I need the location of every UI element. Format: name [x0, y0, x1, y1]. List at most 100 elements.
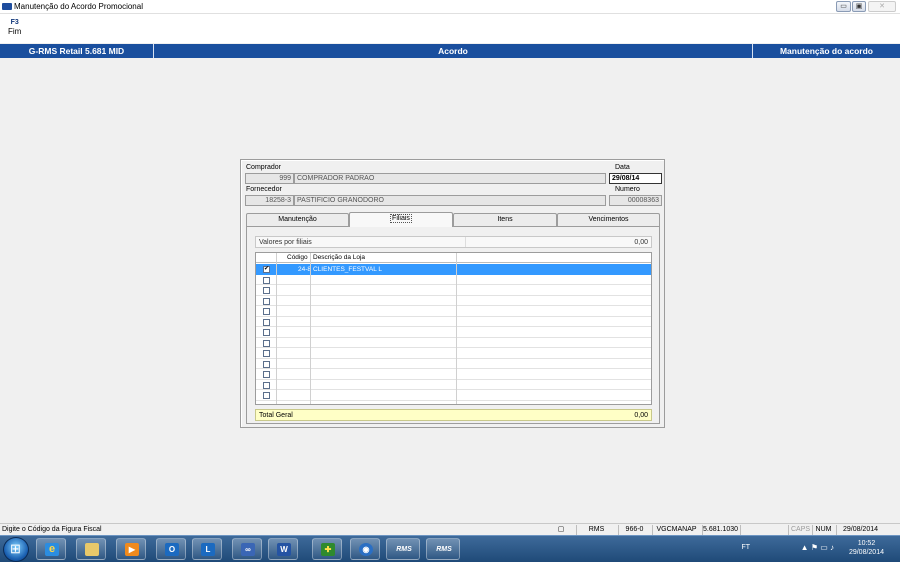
table-row[interactable]: [256, 380, 651, 390]
status-message: Digite o Código da Figura Fiscal: [2, 526, 102, 533]
tab-vencimentos[interactable]: Vencimentos: [557, 213, 660, 226]
tab-manutencao[interactable]: Manutenção: [246, 213, 349, 226]
row-descricao: CLIENTES_FESTVAL L: [313, 266, 382, 273]
table-row[interactable]: [256, 317, 651, 327]
row-checkbox[interactable]: [263, 329, 270, 336]
document-icon[interactable]: ▢: [552, 525, 570, 535]
valores-label: Valores por filiais: [259, 239, 312, 246]
fkey-label: Fim: [8, 27, 22, 36]
lync-icon[interactable]: L: [192, 538, 222, 560]
tab-itens[interactable]: Itens: [453, 213, 557, 226]
numero-field: 00008363: [609, 195, 662, 206]
comprador-label: Comprador: [246, 164, 282, 171]
table-row[interactable]: [256, 327, 651, 338]
windows-taskbar: e ▶ O L ∞ W ✚ ◉ RMS RMS FT ▲ ⚑ ▭ ♪ 10:52…: [0, 535, 900, 562]
grid-column-divider: [276, 253, 277, 404]
fkey-key: F3: [10, 19, 19, 26]
connect-icon[interactable]: ∞: [232, 538, 262, 560]
table-row[interactable]: [256, 338, 651, 348]
maximize-button[interactable]: ▣: [852, 1, 866, 12]
fornecedor-label: Fornecedor: [246, 186, 282, 193]
row-checkbox[interactable]: [263, 276, 270, 284]
row-checkbox[interactable]: [263, 318, 270, 326]
rms-app-icon-2[interactable]: RMS: [426, 538, 460, 560]
table-row[interactable]: 24-8CLIENTES_FESTVAL L: [256, 264, 651, 275]
grid-column-divider: [310, 253, 311, 404]
row-checkbox[interactable]: [263, 360, 270, 368]
row-codigo: 24-8: [297, 266, 311, 273]
row-checkbox[interactable]: [263, 350, 270, 357]
word-icon[interactable]: W: [268, 538, 298, 560]
fornecedor-name-field: PASTIFICIO GRANODORO: [294, 195, 606, 206]
tab-label: Filiais: [390, 214, 412, 223]
comprador-name-field: COMPRADOR PADRAO: [294, 173, 606, 184]
table-row[interactable]: [256, 296, 651, 306]
table-row[interactable]: [256, 390, 651, 401]
table-row[interactable]: [256, 306, 651, 317]
status-version: 5.681.1030: [702, 525, 739, 535]
status-bar: Digite o Código da Figura Fiscal ▢ RMS 9…: [0, 523, 900, 535]
media-player-icon[interactable]: ▶: [116, 538, 146, 560]
tab-filiais[interactable]: Filiais: [349, 212, 453, 227]
acordo-panel: Comprador 999 COMPRADOR PADRAO Data 29/0…: [240, 159, 665, 428]
status-user: VGCMANAP: [652, 525, 700, 535]
row-checkbox[interactable]: [263, 297, 270, 305]
total-value: 0,00: [634, 412, 648, 419]
tab-label: Manutenção: [278, 216, 317, 223]
table-row[interactable]: [256, 285, 651, 296]
col-descricao-header: Descrição da Loja: [313, 254, 366, 261]
filiais-grid: Código Descrição da Loja 24-8CLIENTES_FE…: [255, 252, 652, 405]
close-button[interactable]: ✕: [868, 1, 896, 12]
remote-desktop-icon[interactable]: ◉: [350, 538, 380, 560]
header-bar: G-RMS Retail 5.681 MID Acordo Manutenção…: [0, 44, 900, 58]
function-key-bar: F3 Fim: [0, 14, 900, 43]
table-row[interactable]: [256, 369, 651, 380]
fkey-f3-fim[interactable]: F3 Fim: [8, 19, 21, 36]
tray-clock[interactable]: 10:52 29/08/2014: [849, 539, 884, 557]
row-checkbox[interactable]: [263, 381, 270, 389]
internet-explorer-icon[interactable]: e: [36, 538, 66, 560]
rms-app-icon-1[interactable]: RMS: [386, 538, 420, 560]
grid-header: Código Descrição da Loja: [256, 253, 651, 263]
status-system: RMS: [576, 525, 616, 535]
status-empty: [740, 525, 786, 535]
app-icon: [2, 3, 12, 10]
tray-language[interactable]: FT: [741, 544, 750, 551]
window-title: Manutenção do Acordo Promocional: [14, 2, 143, 11]
data-label: Data: [615, 164, 630, 171]
tray-icons[interactable]: ▲ ⚑ ▭ ♪: [801, 543, 834, 552]
clock-date: 29/08/2014: [848, 549, 884, 556]
valores-value: 0,00: [634, 239, 648, 246]
row-checkbox[interactable]: [263, 371, 270, 378]
file-explorer-icon[interactable]: [76, 538, 106, 560]
total-label: Total Geral: [259, 412, 293, 419]
numero-label: Numero: [615, 186, 640, 193]
col-codigo-header: Código: [287, 254, 308, 261]
agent-icon[interactable]: ✚: [312, 538, 342, 560]
status-caps: CAPS: [788, 525, 812, 535]
header-module: Acordo: [438, 46, 468, 56]
total-geral-bar: Total Geral 0,00: [255, 409, 652, 421]
status-num: NUM: [812, 525, 834, 535]
tab-label: Itens: [497, 216, 513, 223]
tab-label: Vencimentos: [588, 216, 629, 223]
table-row[interactable]: [256, 359, 651, 369]
header-product: G-RMS Retail 5.681 MID: [28, 46, 125, 56]
fornecedor-code-field[interactable]: 18258-3: [245, 195, 294, 206]
grid-column-divider: [456, 253, 457, 404]
window-titlebar: Manutenção do Acordo Promocional ▭ ▣ ✕: [0, 0, 900, 14]
data-field[interactable]: 29/08/14: [609, 173, 662, 184]
start-button[interactable]: [3, 537, 29, 562]
row-checkbox[interactable]: [263, 339, 270, 347]
row-checkbox[interactable]: [263, 265, 270, 273]
row-checkbox[interactable]: [263, 287, 270, 294]
row-checkbox[interactable]: [263, 392, 270, 399]
minimize-button[interactable]: ▭: [836, 1, 851, 12]
valores-por-filiais-bar: Valores por filiais 0,00: [255, 236, 652, 248]
clock-time: 10:52: [857, 540, 876, 547]
comprador-code-field[interactable]: 999: [245, 173, 294, 184]
table-row[interactable]: [256, 275, 651, 285]
outlook-icon[interactable]: O: [156, 538, 186, 560]
row-checkbox[interactable]: [263, 308, 270, 315]
table-row[interactable]: [256, 348, 651, 359]
